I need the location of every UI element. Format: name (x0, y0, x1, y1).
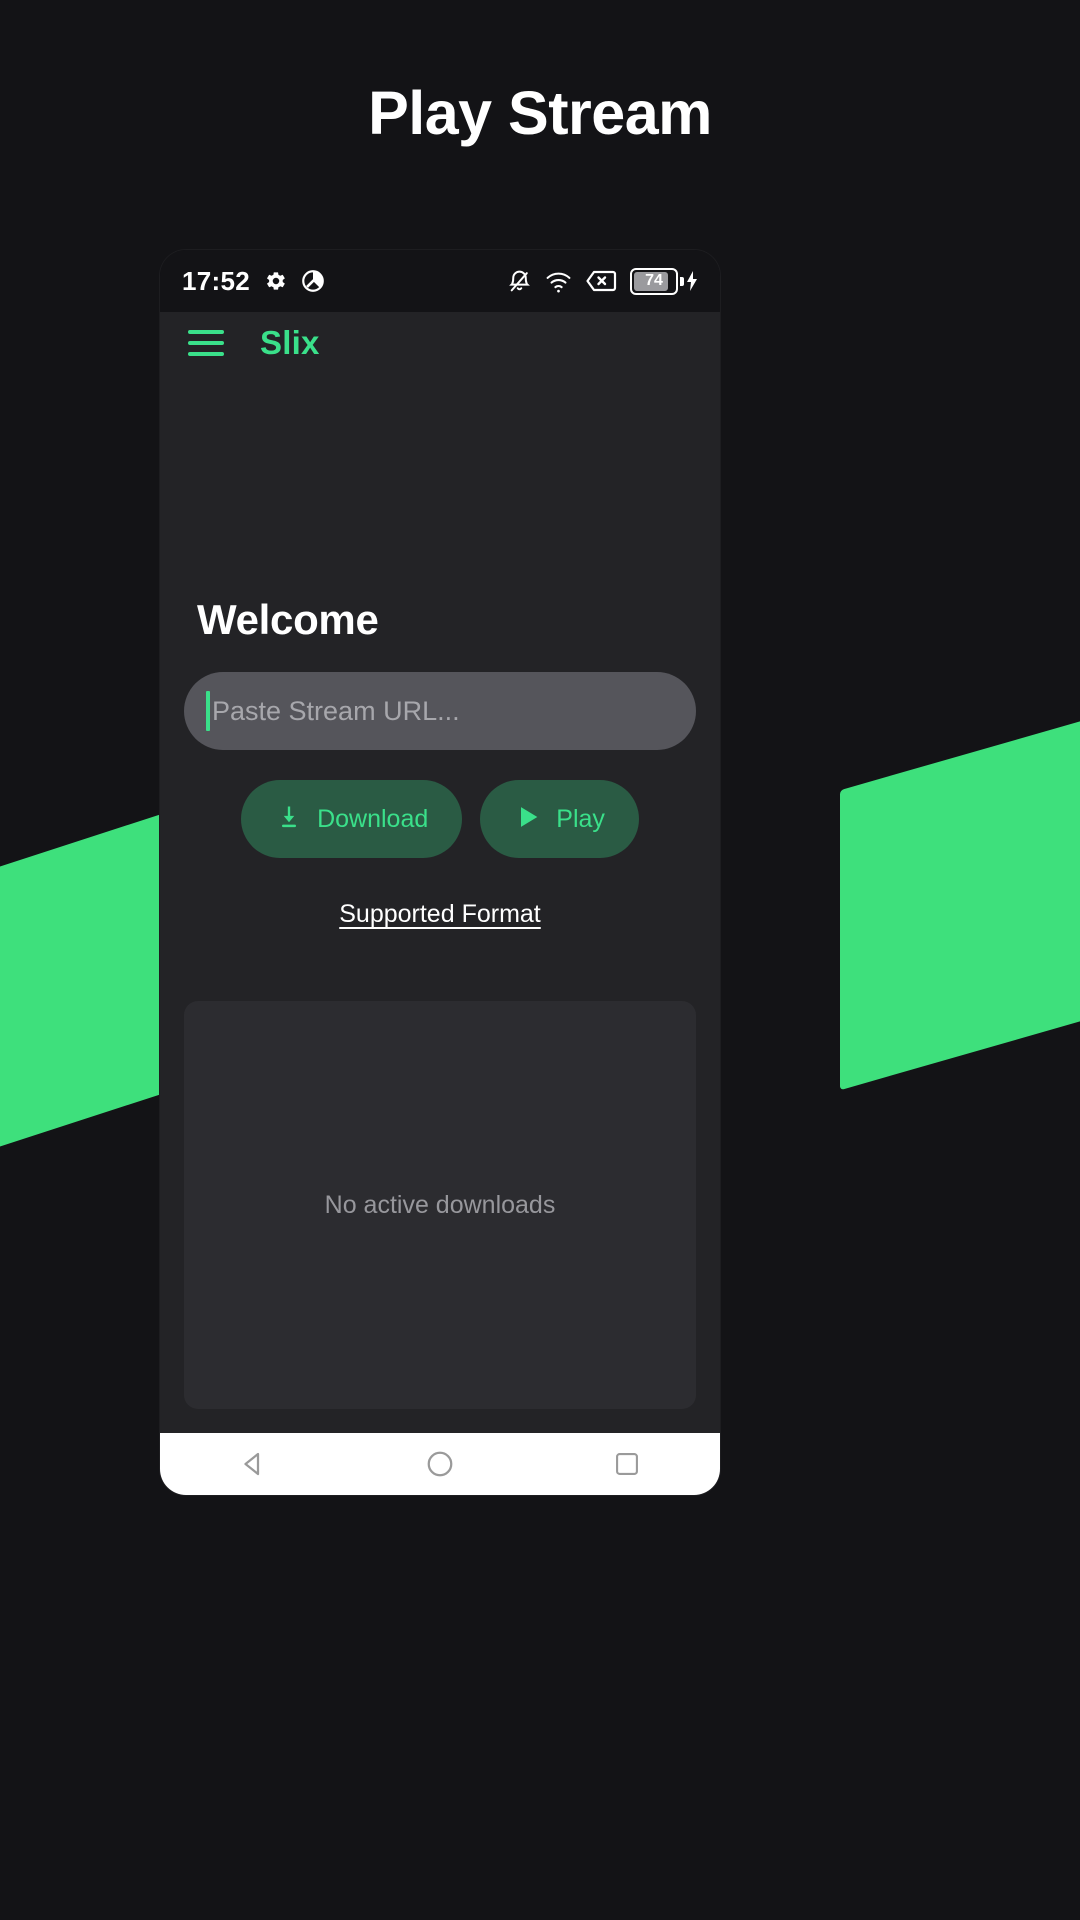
app-content: Welcome Paste Stream URL... Download Pla… (160, 374, 720, 1495)
welcome-heading: Welcome (197, 596, 379, 643)
downloads-panel: No active downloads (184, 1001, 696, 1409)
gear-icon (262, 268, 288, 294)
nav-recents-button[interactable] (582, 1433, 672, 1495)
app-bar: Slix (160, 312, 720, 374)
play-button-label: Play (556, 804, 605, 833)
stream-url-placeholder: Paste Stream URL... (212, 695, 460, 726)
do-not-disturb-icon (300, 268, 326, 294)
charging-bolt-icon (687, 271, 697, 291)
download-button[interactable]: Download (241, 780, 463, 858)
downloads-empty-message: No active downloads (324, 1190, 556, 1219)
action-button-row: Download Play (184, 780, 696, 858)
status-time: 17:52 (182, 265, 250, 296)
page-title: Play Stream (368, 79, 712, 147)
status-bar-left: 17:52 (182, 266, 326, 297)
play-icon (514, 803, 542, 836)
supported-format-link-wrap: Supported Format (184, 900, 696, 929)
stream-url-input[interactable]: Paste Stream URL... (184, 672, 696, 750)
play-button[interactable]: Play (480, 780, 639, 858)
download-button-label: Download (317, 804, 429, 833)
nav-back-button[interactable] (208, 1433, 298, 1495)
green-ribbon-right (840, 669, 1080, 1091)
hamburger-menu-icon[interactable] (188, 330, 224, 356)
phone-mockup: 17:52 74 Slix Welcome Paste Stream URL..… (160, 250, 720, 1495)
status-bar: 17:52 74 (160, 250, 720, 312)
battery-level: 74 (645, 272, 663, 289)
app-brand-logo: Slix (260, 324, 320, 361)
bell-off-icon (507, 269, 532, 294)
battery-icon: 74 (630, 267, 698, 295)
sim-card-off-icon (585, 269, 617, 293)
nav-home-button[interactable] (395, 1433, 485, 1495)
download-icon (275, 803, 303, 836)
status-bar-right: 74 (507, 267, 698, 295)
supported-format-link[interactable]: Supported Format (339, 900, 541, 928)
text-caret (206, 691, 210, 731)
android-nav-bar (160, 1433, 720, 1495)
wifi-icon (545, 269, 572, 294)
